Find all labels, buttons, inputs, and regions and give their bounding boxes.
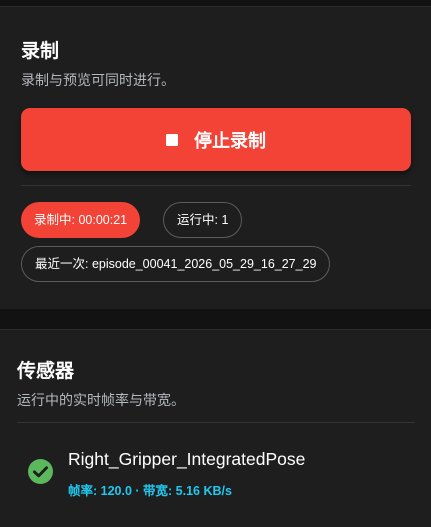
sensors-divider [17,422,415,423]
recording-subtitle: 录制与预览可同时进行。 [21,73,175,89]
sensor-list-item: Right_Gripper_IntegratedPose 帧率: 120.0 ·… [28,446,418,502]
sensor-stats: 帧率: 120.0 · 带宽: 5.16 KB/s [68,484,232,498]
stop-recording-button[interactable]: 停止录制 [21,108,411,171]
sensors-subtitle: 运行中的实时帧率与带宽。 [17,393,185,409]
sensor-name: Right_Gripper_IntegratedPose [68,449,306,469]
stop-recording-label: 停止录制 [194,130,266,152]
sensors-card: 传感器 运行中的实时帧率与带宽。 Right_Gripper_Integrate… [0,329,431,527]
check-circle-icon [28,459,53,484]
last-episode-chip: 最近一次: episode_00041_2026_05_29_16_27_29 [21,246,331,282]
stop-icon [166,133,178,146]
recording-title: 录制 [21,40,60,62]
running-count-chip: 运行中: 1 [163,202,243,238]
sensors-title: 传感器 [17,360,75,382]
recording-divider [21,185,411,186]
recording-card: 录制 录制与预览可同时进行。 停止录制 录制中: 00:00:21 运行中: 1… [0,6,431,309]
recording-timer-chip: 录制中: 00:00:21 [21,202,141,238]
